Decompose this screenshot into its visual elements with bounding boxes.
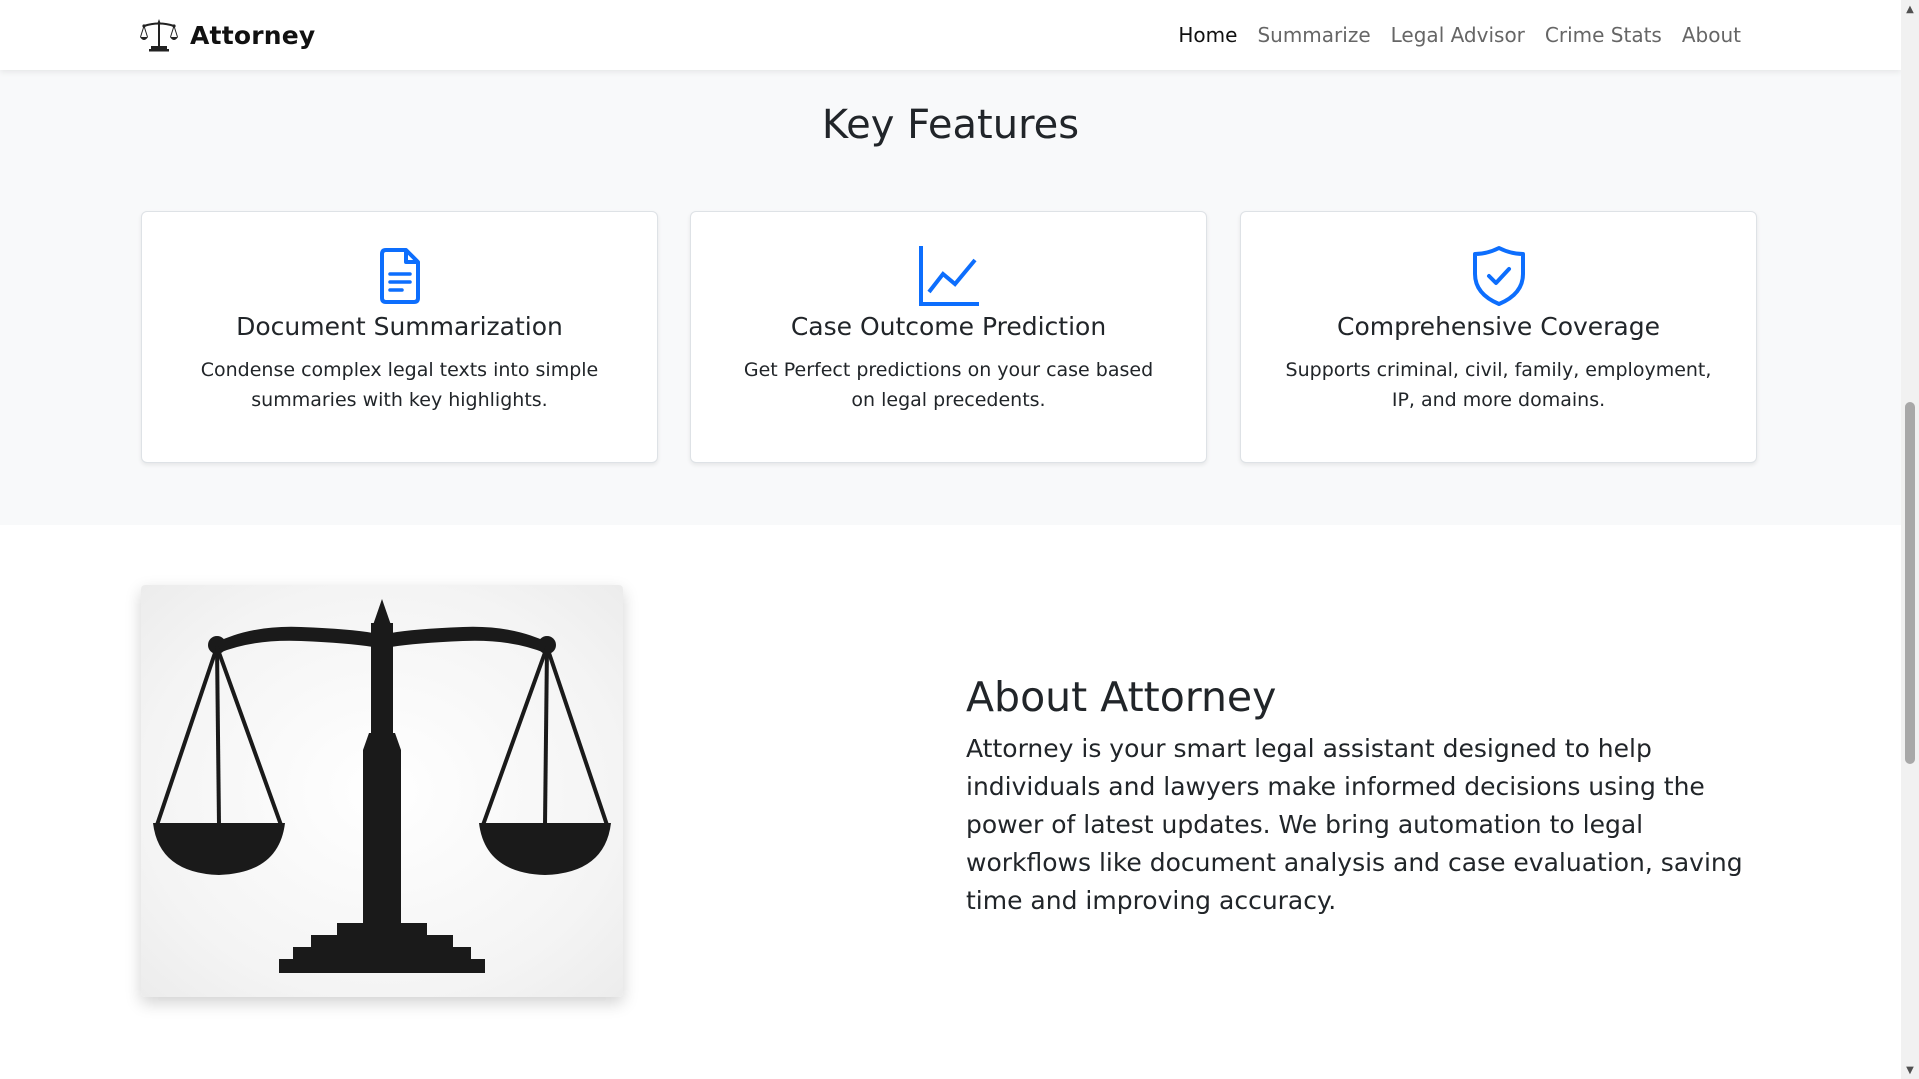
nav-link-summarize[interactable]: Summarize [1247, 20, 1380, 50]
nav-link-about[interactable]: About [1672, 20, 1751, 50]
scrollbar-thumb[interactable] [1905, 402, 1915, 764]
card-description: Supports criminal, civil, family, employ… [1285, 359, 1712, 411]
page: Attorney Home Summarize Legal Advisor Cr… [0, 0, 1919, 1079]
vertical-scrollbar[interactable]: ▲ ▼ [1901, 0, 1919, 1079]
nav-links: Home Summarize Legal Advisor Crime Stats… [1168, 20, 1751, 50]
nav-link-home[interactable]: Home [1168, 20, 1247, 50]
brand-name: Attorney [190, 20, 316, 50]
shield-check-icon [1472, 246, 1525, 306]
nav-link-legal-advisor[interactable]: Legal Advisor [1381, 20, 1535, 50]
brand-link[interactable]: Attorney [140, 15, 315, 55]
feature-card-comprehensive-coverage: Comprehensive Coverage Supports criminal… [1240, 211, 1757, 463]
scales-of-justice-illustration [153, 599, 611, 973]
nav-link-crime-stats[interactable]: Crime Stats [1535, 20, 1672, 50]
features-heading: Key Features [821, 102, 1080, 148]
scales-of-justice-icon [140, 19, 178, 52]
feature-card-case-outcome-prediction: Case Outcome Prediction Get Perfect pred… [690, 211, 1207, 463]
about-heading: About Attorney [966, 673, 1277, 721]
line-chart-icon [918, 246, 979, 306]
card-title: Case Outcome Prediction [790, 312, 1107, 341]
about-description: Attorney is your smart legal assistant d… [966, 734, 1743, 915]
scroll-down-arrow-icon[interactable]: ▼ [1901, 1061, 1919, 1079]
about-section: About Attorney Attorney is your smart le… [0, 525, 1901, 1079]
card-title: Document Summarization [236, 312, 563, 341]
navbar: Attorney Home Summarize Legal Advisor Cr… [0, 0, 1901, 70]
card-description: Get Perfect predictions on your case bas… [743, 359, 1154, 411]
scroll-up-arrow-icon[interactable]: ▲ [1901, 0, 1919, 18]
document-icon [379, 248, 420, 304]
scales-of-justice-image [141, 585, 623, 997]
card-description: Condense complex legal texts into simple… [200, 359, 599, 411]
viewport: Attorney Home Summarize Legal Advisor Cr… [0, 0, 1901, 1079]
features-section: Key Features Document Summarization Cond… [0, 70, 1901, 525]
feature-card-document-summarization: Document Summarization Condense complex … [141, 211, 658, 463]
card-title: Comprehensive Coverage [1336, 312, 1661, 341]
